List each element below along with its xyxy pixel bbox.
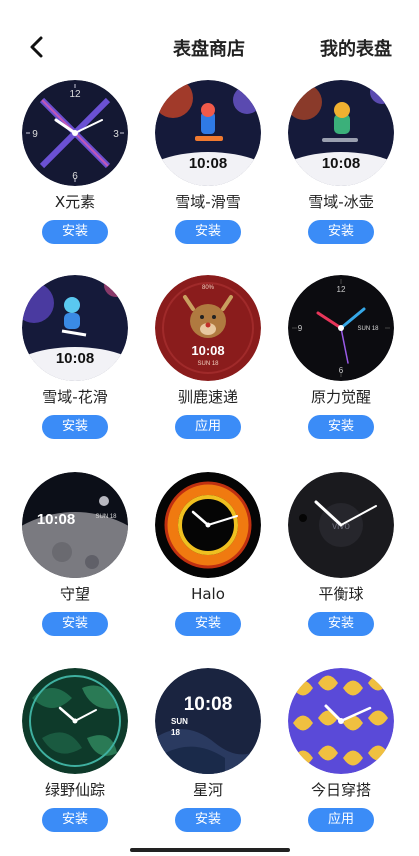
home-indicator[interactable] — [130, 848, 290, 852]
watchface-name: 驯鹿速递 — [177, 388, 238, 406]
watchface-card[interactable]: 10:08 雪域-冰壶 安装 — [281, 80, 401, 244]
watchface-name: 守望 — [59, 585, 90, 603]
install-button[interactable]: 安装 — [175, 220, 241, 244]
watchface-card[interactable]: Halo 安装 — [148, 472, 268, 636]
watchface-name: 绿野仙踪 — [44, 781, 105, 799]
watchface-preview[interactable]: 12 9 6 SUN 18 — [288, 275, 394, 381]
install-button[interactable]: 安装 — [308, 612, 374, 636]
clock-numeral: 6 — [72, 171, 78, 182]
watchface-day: SUN — [171, 717, 188, 726]
watchface-name: 雪域-冰壶 — [308, 193, 374, 211]
apply-button[interactable]: 应用 — [308, 808, 374, 832]
watchface-time: 10:08 — [184, 694, 233, 715]
watchface-card[interactable]: 绿野仙踪 安装 — [15, 668, 135, 832]
watchface-card[interactable]: 10:08 雪域-滑雪 安装 — [148, 80, 268, 244]
watchface-name: X元素 — [54, 193, 96, 211]
watchface-date: SUN 18 — [197, 361, 219, 367]
watchface-preview[interactable]: 12 9 3 6 — [22, 80, 128, 186]
watchface-name: 今日穿搭 — [310, 781, 371, 799]
watchface-card[interactable]: 12 9 6 SUN 18 原力觉醒 安装 — [281, 275, 401, 439]
watchface-name: Halo — [191, 585, 225, 603]
watchface-card[interactable]: vivo 平衡球 安装 — [281, 472, 401, 636]
tab-watchface-store[interactable]: 表盘商店 — [173, 35, 245, 61]
clock-numeral: 12 — [69, 89, 81, 100]
chevron-left-icon — [30, 36, 43, 58]
watchface-date: 18 — [171, 728, 180, 737]
install-button[interactable]: 安装 — [308, 415, 374, 439]
clock-numeral: 9 — [32, 129, 38, 140]
install-button[interactable]: 安装 — [175, 612, 241, 636]
apply-button[interactable]: 应用 — [175, 415, 241, 439]
watchface-preview[interactable] — [22, 668, 128, 774]
watchface-card[interactable]: 今日穿搭 应用 — [281, 668, 401, 832]
install-button[interactable]: 安装 — [42, 415, 108, 439]
install-button[interactable]: 安装 — [175, 808, 241, 832]
clock-numeral: 6 — [339, 366, 344, 375]
watchface-preview[interactable] — [155, 472, 261, 578]
back-button[interactable] — [22, 32, 52, 62]
watchface-preview[interactable]: 80% 10:08 SUN 18 — [155, 275, 261, 381]
watchface-time: 10:08 — [56, 350, 94, 367]
watchface-preview[interactable]: 10:08 SUN 18 — [22, 472, 128, 578]
clock-numeral: 12 — [337, 285, 346, 294]
install-button[interactable]: 安装 — [308, 220, 374, 244]
watchface-time: 10:08 — [191, 343, 224, 358]
watchface-date: SUN 18 — [95, 514, 117, 520]
watchface-preview[interactable]: 10:08 SUN 18 — [155, 668, 261, 774]
watchface-date: SUN 18 — [357, 326, 379, 332]
battery-level: 80% — [202, 285, 215, 291]
watchface-time: 10:08 — [189, 155, 227, 172]
install-button[interactable]: 安装 — [42, 220, 108, 244]
watchface-card[interactable]: 10:08 SUN 18 守望 安装 — [15, 472, 135, 636]
brand-logo: vivo — [332, 521, 350, 532]
watchface-preview[interactable]: 10:08 — [288, 80, 394, 186]
clock-numeral: 9 — [298, 324, 303, 333]
watchface-name: 原力觉醒 — [310, 388, 371, 406]
tab-my-watchfaces[interactable]: 我的表盘 — [320, 35, 392, 61]
watchface-card[interactable]: 10:08 SUN 18 星河 安装 — [148, 668, 268, 832]
install-button[interactable]: 安装 — [42, 612, 108, 636]
watchface-card[interactable]: 10:08 雪域-花滑 安装 — [15, 275, 135, 439]
install-button[interactable]: 安装 — [42, 808, 108, 832]
watchface-card[interactable]: 12 9 3 6 X元素 安装 — [15, 80, 135, 244]
watchface-name: 雪域-花滑 — [42, 388, 108, 406]
watchface-name: 雪域-滑雪 — [175, 193, 241, 211]
watchface-time: 10:08 — [322, 155, 360, 172]
watchface-card[interactable]: 80% 10:08 SUN 18 驯鹿速递 应用 — [148, 275, 268, 439]
watchface-preview[interactable]: 10:08 — [155, 80, 261, 186]
watchface-name: 星河 — [192, 781, 223, 799]
watchface-preview[interactable]: 10:08 — [22, 275, 128, 381]
watchface-preview[interactable] — [288, 668, 394, 774]
watchface-preview[interactable]: vivo — [288, 472, 394, 578]
watchface-time: 10:08 — [37, 511, 75, 528]
watchface-name: 平衡球 — [318, 585, 364, 603]
clock-numeral: 3 — [113, 129, 119, 140]
top-nav-bar: 表盘商店 我的表盘 — [0, 0, 419, 90]
